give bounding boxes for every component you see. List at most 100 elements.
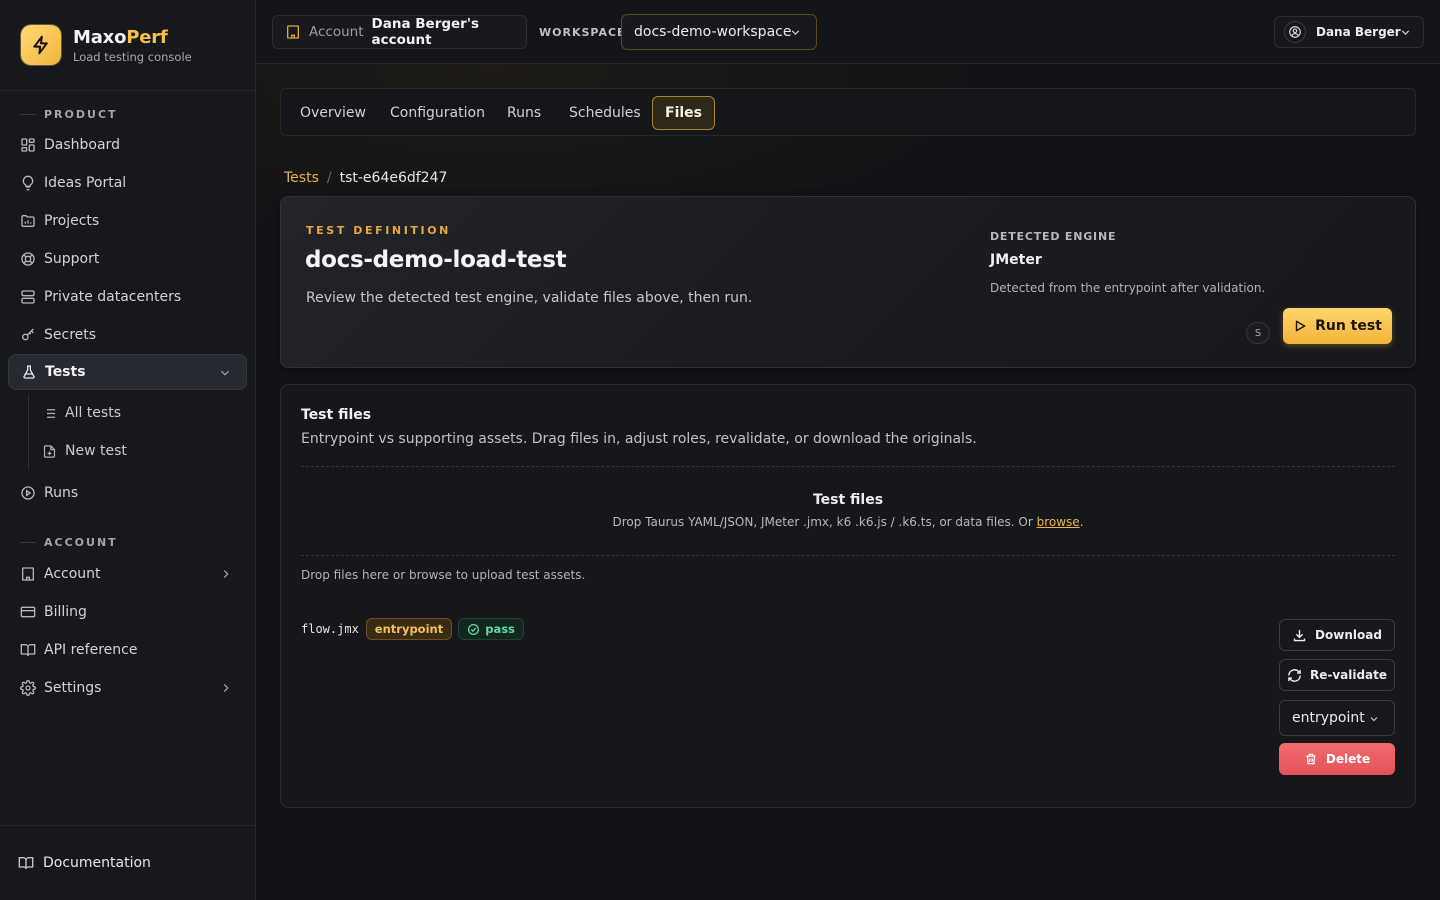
chevron-right-icon	[219, 567, 233, 581]
sidebar-item-projects[interactable]: Projects	[8, 203, 247, 239]
tab-configuration[interactable]: Configuration	[378, 96, 497, 130]
account-label: Account	[309, 24, 364, 40]
download-button[interactable]: Download	[1279, 619, 1395, 651]
file-role-select[interactable]: entrypoint	[1279, 700, 1395, 736]
documentation-label: Documentation	[43, 855, 151, 871]
user-menu[interactable]: Dana Berger	[1274, 16, 1424, 48]
chevron-right-icon	[219, 681, 233, 695]
revalidate-button[interactable]: Re-validate	[1279, 659, 1395, 691]
check-circle-icon	[467, 623, 480, 636]
grid-icon	[20, 137, 36, 153]
building-icon	[285, 24, 301, 40]
run-test-button[interactable]: Run test	[1283, 308, 1392, 344]
user-name: Dana Berger	[1316, 25, 1401, 39]
workspace-label: WORKSPACE	[539, 26, 626, 39]
status-label: pass	[485, 622, 515, 636]
sidebar-subitem-new-test[interactable]: New test	[36, 434, 247, 468]
dropzone-title: Test files	[812, 492, 884, 508]
browse-link[interactable]: browse	[1037, 515, 1080, 529]
subnav-divider	[28, 394, 29, 470]
sidebar-item-settings[interactable]: Settings	[8, 670, 247, 706]
run-test-label: Run test	[1315, 318, 1382, 334]
detected-engine-name: JMeter	[990, 252, 1042, 268]
test-definition-description: Review the detected test engine, validat…	[306, 290, 753, 306]
sidebar-item-ideas-portal[interactable]: Ideas Portal	[8, 165, 247, 201]
main-content: Overview Configuration Runs Schedules Fi…	[256, 64, 1440, 900]
brand-subtitle: Load testing console	[73, 49, 192, 64]
list-icon	[42, 406, 57, 421]
sidebar-item-label: Secrets	[44, 327, 97, 343]
trash-icon	[1304, 752, 1318, 766]
breadcrumb-separator: /	[326, 170, 332, 186]
workspace-select[interactable]: docs-demo-workspace	[621, 14, 817, 50]
workspace-value: docs-demo-workspace	[634, 24, 792, 40]
refresh-icon	[1287, 668, 1302, 683]
sidebar-item-label: Ideas Portal	[44, 175, 127, 191]
sidebar-subitem-all-tests[interactable]: All tests	[36, 396, 247, 430]
dropzone-top-border	[301, 466, 1395, 467]
test-files-title: Test files	[301, 407, 372, 423]
building-icon	[20, 566, 36, 582]
breadcrumb-tests-link[interactable]: Tests	[284, 170, 319, 186]
sidebar-subitem-label: All tests	[65, 405, 121, 421]
brand[interactable]: MaxoPerf Load testing console	[0, 0, 255, 91]
sidebar-item-account[interactable]: Account	[8, 556, 247, 592]
sidebar-item-runs[interactable]: Runs	[8, 475, 247, 511]
test-definition-card: TEST DEFINITION docs-demo-load-test Revi…	[280, 196, 1416, 368]
lifebuoy-icon	[20, 251, 36, 267]
run-shortcut-hint: S	[1246, 322, 1270, 344]
chevron-down-icon	[1399, 26, 1412, 39]
user-avatar-icon	[1284, 21, 1306, 43]
tab-schedules[interactable]: Schedules	[557, 96, 653, 130]
account-value: Dana Berger's account	[371, 16, 480, 48]
play-circle-icon	[20, 485, 36, 501]
sidebar-item-private-datacenters[interactable]: Private datacenters	[8, 279, 247, 315]
status-badge: pass	[458, 618, 524, 640]
sidebar-item-billing[interactable]: Billing	[8, 594, 247, 630]
book-open-icon	[20, 642, 36, 658]
breadcrumb: Tests / tst-e64e6df247	[284, 170, 447, 186]
dropzone-hint: Drop files here or browse to upload test…	[301, 568, 586, 582]
sidebar-item-secrets[interactable]: Secrets	[8, 317, 247, 353]
sidebar-item-label: Dashboard	[44, 137, 120, 153]
delete-file-button[interactable]: Delete	[1279, 743, 1395, 775]
chevron-down-icon	[789, 26, 802, 39]
file-role-value: entrypoint	[1292, 710, 1365, 726]
sidebar-item-dashboard[interactable]: Dashboard	[8, 127, 247, 163]
lightbulb-icon	[20, 175, 36, 191]
download-label: Download	[1315, 628, 1382, 642]
tab-files[interactable]: Files	[652, 96, 715, 130]
sidebar-item-label: Support	[44, 251, 100, 267]
sidebar-item-api-reference[interactable]: API reference	[8, 632, 247, 668]
bolt-icon	[21, 25, 61, 65]
sidebar-item-label: Private datacenters	[44, 289, 182, 305]
file-name: flow.jmx	[301, 622, 359, 636]
book-open-icon	[18, 855, 34, 871]
tab-overview[interactable]: Overview	[288, 96, 378, 130]
file-plus-icon	[42, 444, 57, 459]
documentation-link[interactable]: Documentation	[0, 825, 255, 900]
test-definition-kicker: TEST DEFINITION	[306, 224, 451, 237]
dropzone-bottom-border	[301, 555, 1395, 556]
tab-bar: Overview Configuration Runs Schedules Fi…	[280, 88, 1416, 136]
play-icon	[1293, 319, 1307, 333]
server-icon	[20, 289, 36, 305]
sidebar-item-label: Settings	[44, 680, 102, 696]
sidebar-item-tests[interactable]: Tests	[8, 354, 247, 390]
dropzone-subtitle: Drop Taurus YAML/JSON, JMeter .jmx, k6 .…	[612, 515, 1084, 529]
sidebar-item-label: API reference	[44, 642, 138, 658]
sidebar-item-label: Account	[44, 566, 101, 582]
account-switcher[interactable]: Account Dana Berger's account	[272, 15, 527, 49]
tab-runs[interactable]: Runs	[495, 96, 553, 130]
chevron-down-icon	[218, 366, 232, 380]
file-row: flow.jmx entrypoint pass	[301, 618, 524, 640]
revalidate-label: Re-validate	[1309, 668, 1388, 682]
test-files-card: Test files Entrypoint vs supporting asse…	[280, 384, 1416, 808]
section-label-account: ACCOUNT	[20, 536, 118, 549]
sidebar-item-support[interactable]: Support	[8, 241, 247, 277]
gear-icon	[20, 680, 36, 696]
sidebar-item-label: Runs	[44, 485, 79, 501]
test-files-description: Entrypoint vs supporting assets. Drag fi…	[301, 431, 977, 447]
sidebar-item-label: Tests	[45, 364, 86, 380]
delete-label: Delete	[1325, 752, 1371, 766]
